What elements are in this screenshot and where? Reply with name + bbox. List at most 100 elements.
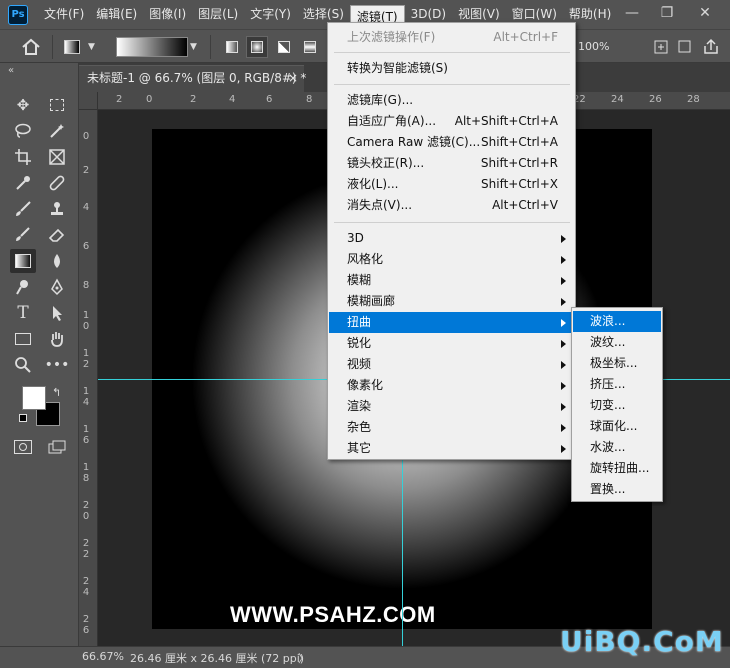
path-selection-icon[interactable] xyxy=(44,301,70,325)
reflected-gradient-icon[interactable] xyxy=(300,36,320,58)
radial-gradient-icon[interactable] xyxy=(246,36,268,58)
zoom-tool-icon[interactable] xyxy=(10,353,36,377)
vertical-ruler[interactable]: 0 2 4 6 8 1 0 1 2 1 4 1 6 1 8 2 0 2 2 2 4 2 6 xyxy=(79,110,98,646)
screen-mode-icon[interactable] xyxy=(48,440,66,454)
filter-menu-item[interactable]: 自适应广角(A)... Alt+Shift+Ctrl+A xyxy=(329,111,574,132)
dodge-tool-icon[interactable] xyxy=(10,275,36,299)
blur-tool-icon[interactable] xyxy=(44,249,70,273)
gradient-tool-icon[interactable] xyxy=(10,249,36,273)
magic-wand-icon[interactable] xyxy=(44,119,70,143)
menu-item-label: 3D xyxy=(347,231,364,245)
hand-tool-icon[interactable] xyxy=(44,327,70,351)
gradient-tool-preset-icon[interactable] xyxy=(64,36,86,58)
gradient-picker[interactable] xyxy=(116,37,188,57)
lasso-tool-icon[interactable] xyxy=(10,119,36,143)
filter-menu-item[interactable]: 模糊画廊 xyxy=(329,291,574,312)
submenu-arrow-icon xyxy=(561,235,566,243)
pen-tool-icon[interactable] xyxy=(44,275,70,299)
filter-menu-item[interactable]: 转换为智能滤镜(S) xyxy=(329,58,574,79)
filter-menu-item[interactable]: 其它 xyxy=(329,438,574,459)
filter-menu-item[interactable]: 镜头校正(R)... Shift+Ctrl+R xyxy=(329,153,574,174)
filter-menu-item[interactable]: 液化(L)... Shift+Ctrl+X xyxy=(329,174,574,195)
filter-menu-item[interactable]: 3D xyxy=(329,228,574,249)
gradient-dropdown-icon[interactable]: ▼ xyxy=(190,36,202,58)
filter-menu-item[interactable]: 扭曲 xyxy=(329,312,574,333)
default-colors-icon[interactable] xyxy=(19,414,27,422)
submenu-arrow-icon xyxy=(561,424,566,432)
filter-menu-item[interactable]: 杂色 xyxy=(329,417,574,438)
close-button[interactable]: ✕ xyxy=(690,0,720,29)
distort-submenu-item[interactable]: 置换... xyxy=(573,479,661,500)
distort-submenu-item[interactable]: 波纹... xyxy=(573,332,661,353)
filter-menu-item[interactable]: 滤镜库(G)... xyxy=(329,90,574,111)
ruler-tick-label: 8 xyxy=(82,280,90,291)
distort-submenu-item[interactable]: 极坐标... xyxy=(573,353,661,374)
ruler-tick-label: 2 xyxy=(82,165,90,176)
history-brush-icon[interactable] xyxy=(10,223,36,247)
menu-item-label: 像素化 xyxy=(347,378,384,392)
status-document-size: 26.46 厘米 x 26.46 厘米 (72 ppi) xyxy=(130,652,305,665)
ruler-tick-label: 24 xyxy=(611,94,624,105)
filter-menu-item[interactable]: Camera Raw 滤镜(C)... Shift+Ctrl+A xyxy=(329,132,574,153)
restore-button[interactable]: ❐ xyxy=(652,0,682,29)
eraser-tool-icon[interactable] xyxy=(44,223,70,247)
document-tab[interactable]: 未标题-1 @ 66.7% (图层 0, RGB/8#) * × xyxy=(79,65,306,92)
menu-type[interactable]: 文字(Y) xyxy=(244,0,297,29)
zoom-level[interactable]: 100% xyxy=(578,36,609,58)
minimize-button[interactable]: — xyxy=(617,0,647,29)
share-icon[interactable] xyxy=(700,36,720,58)
rectangle-tool-icon[interactable] xyxy=(10,327,36,351)
distort-submenu-item[interactable]: 波浪... xyxy=(573,311,661,332)
filter-menu-item[interactable]: 风格化 xyxy=(329,249,574,270)
status-zoom[interactable]: 66.67% xyxy=(82,650,124,663)
filter-menu-item[interactable]: 视频 xyxy=(329,354,574,375)
submenu-arrow-icon xyxy=(561,256,566,264)
filter-menu-item[interactable]: 消失点(V)... Alt+Ctrl+V xyxy=(329,195,574,216)
menu-edit[interactable]: 编辑(E) xyxy=(90,0,143,29)
ruler-tick-label: 1 6 xyxy=(82,424,90,446)
clone-stamp-icon[interactable] xyxy=(44,197,70,221)
menu-image[interactable]: 图像(I) xyxy=(143,0,192,29)
menu-layer[interactable]: 图层(L) xyxy=(192,0,244,29)
filter-menu-item[interactable]: 模糊 xyxy=(329,270,574,291)
filter-menu-item[interactable]: 像素化 xyxy=(329,375,574,396)
cube-icon[interactable] xyxy=(675,36,695,58)
site-watermark: UiBQ.CoM xyxy=(560,625,724,658)
ruler-tick-label: 0 xyxy=(146,94,153,105)
distort-submenu-item[interactable]: 旋转扭曲... xyxy=(573,458,661,479)
submenu-arrow-icon xyxy=(561,319,566,327)
submenu-item-label: 挤压... xyxy=(590,377,626,391)
menu-item-label: 其它 xyxy=(347,441,372,455)
foreground-color-swatch[interactable] xyxy=(22,386,46,410)
collapse-panel-icon[interactable]: « xyxy=(8,65,14,76)
more-tools-icon[interactable]: ••• xyxy=(44,353,70,377)
swap-colors-icon[interactable]: ↰ xyxy=(52,386,61,399)
healing-brush-icon[interactable] xyxy=(44,171,70,195)
ruler-origin[interactable] xyxy=(79,92,98,110)
linear-gradient-icon[interactable] xyxy=(222,36,242,58)
distort-submenu-item[interactable]: 切变... xyxy=(573,395,661,416)
filter-menu-item[interactable]: 渲染 xyxy=(329,396,574,417)
distort-submenu-item[interactable]: 水波... xyxy=(573,437,661,458)
target-icon[interactable] xyxy=(650,36,672,58)
type-tool-icon[interactable]: T xyxy=(10,301,36,325)
move-tool-icon[interactable]: ✥ xyxy=(10,93,36,117)
crop-tool-icon[interactable] xyxy=(10,145,36,169)
filter-menu-item[interactable]: 锐化 xyxy=(329,333,574,354)
eyedropper-icon[interactable] xyxy=(10,171,36,195)
menu-file[interactable]: 文件(F) xyxy=(38,0,90,29)
distort-submenu-item[interactable]: 挤压... xyxy=(573,374,661,395)
status-menu-arrow[interactable]: 〉 xyxy=(298,650,309,666)
menu-item-label: 锐化 xyxy=(347,336,372,350)
submenu-arrow-icon xyxy=(561,277,566,285)
quick-mask-icon[interactable] xyxy=(14,440,32,454)
brush-tool-icon[interactable] xyxy=(10,197,36,221)
frame-tool-icon[interactable] xyxy=(44,145,70,169)
marquee-tool-icon[interactable] xyxy=(44,93,70,117)
submenu-item-label: 极坐标... xyxy=(590,356,638,370)
angle-gradient-icon[interactable] xyxy=(274,36,294,58)
close-tab-icon[interactable]: × xyxy=(288,66,298,91)
distort-submenu-item[interactable]: 球面化... xyxy=(573,416,661,437)
chevron-down-icon[interactable]: ▼ xyxy=(88,36,98,58)
home-icon[interactable] xyxy=(20,36,44,58)
